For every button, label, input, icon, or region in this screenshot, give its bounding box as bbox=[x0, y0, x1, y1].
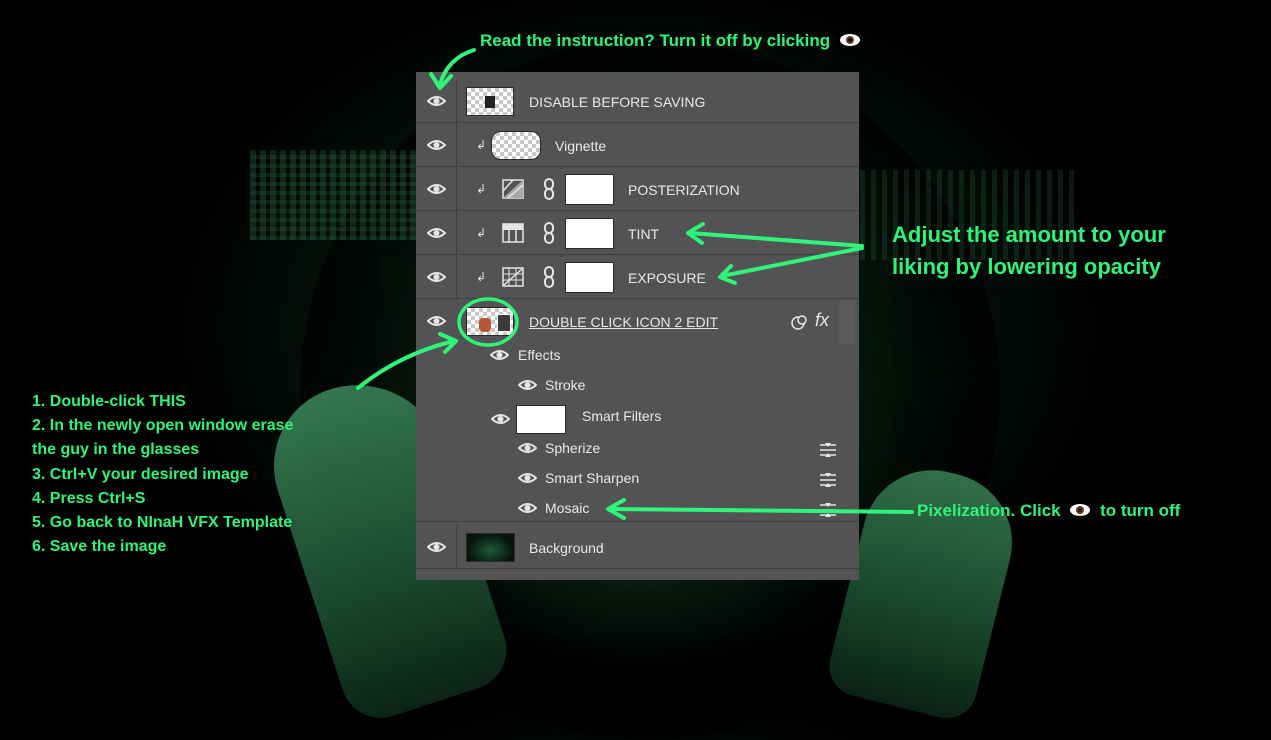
arrow-to-smart-object bbox=[356, 339, 456, 390]
arrow-to-tint bbox=[688, 231, 864, 248]
annotation-arrows bbox=[356, 48, 914, 520]
arrow-to-mosaic bbox=[608, 507, 914, 514]
arrow-to-exposure bbox=[720, 246, 864, 278]
arrow-to-top-eye bbox=[438, 48, 476, 86]
